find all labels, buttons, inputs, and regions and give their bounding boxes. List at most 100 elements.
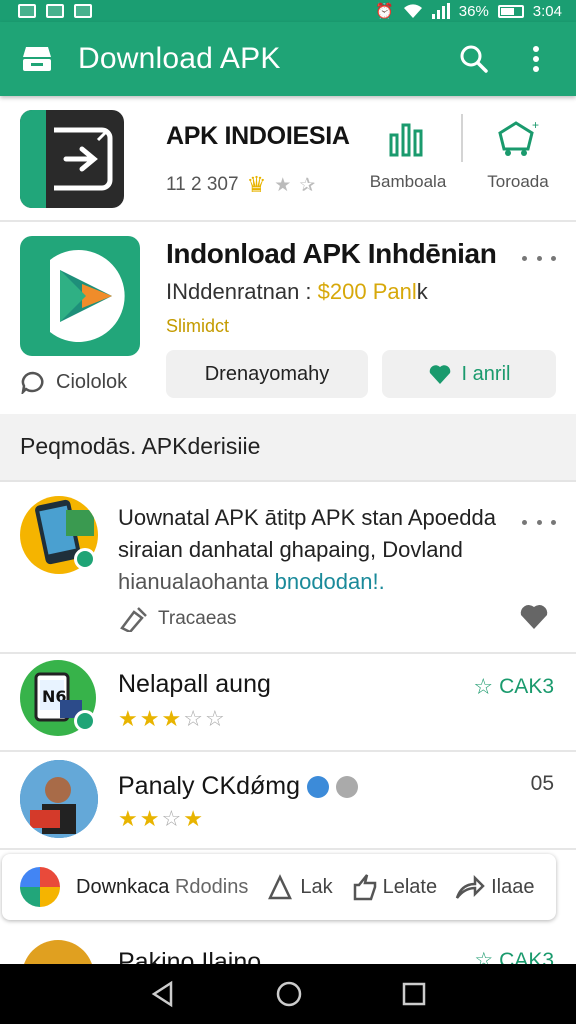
comments-link[interactable]: Ciololok <box>20 370 127 394</box>
like-action-label: Lak <box>300 875 333 898</box>
post-more-button[interactable] <box>522 512 556 532</box>
post-share-label: Tracaeas <box>158 608 237 629</box>
status-bar: ⏰ 36% 3:04 <box>0 0 576 22</box>
comments-label: Ciololok <box>56 370 128 393</box>
system-nav-bar <box>0 964 576 1024</box>
app-tag: Slimidct <box>166 316 230 336</box>
store-icon[interactable] <box>22 45 52 73</box>
image-icon <box>46 4 64 18</box>
share-action-button[interactable]: Ilaae <box>455 874 534 900</box>
share-icon <box>120 607 147 632</box>
star-outline-icon: ✰ <box>299 174 316 196</box>
cart-star-icon: + <box>498 119 539 156</box>
post-line-3: hianualaohanta <box>118 569 269 594</box>
share-arrow-icon <box>455 874 485 899</box>
like-action-button[interactable]: Lak <box>266 874 333 900</box>
action-card-app-name: Downkaca <box>76 875 170 898</box>
list-item[interactable]: Pakino Ilaino ☆ CAK3 <box>0 930 576 964</box>
app-subtitle-suffix: k <box>416 279 428 304</box>
list-item[interactable]: N6 Nelapall aung ★ ★ ★ ☆ ☆ ☆ CAK3 <box>0 656 576 752</box>
featured-app-icon[interactable] <box>20 110 124 208</box>
list-item-action-label: CAK3 <box>499 948 554 965</box>
more-vert-icon <box>533 46 539 72</box>
featured-app-row[interactable]: APK INDOIESIA 11 2 307 ♛ ★ ✰ Bamboala + … <box>0 98 576 222</box>
post-link[interactable]: bnododan!. <box>275 569 385 594</box>
bottom-action-card: Downkaca Rdodins Lak Lelate Ilaae <box>2 854 556 920</box>
alarm-icon: ⏰ <box>375 3 394 20</box>
list-item-action-label: CAK3 <box>499 675 554 698</box>
heart-icon <box>429 365 450 384</box>
star-outline-icon: ☆ <box>474 949 494 964</box>
star-icon: ★ <box>139 706 160 731</box>
star-outline-icon: ☆ <box>183 706 203 731</box>
recents-icon[interactable] <box>401 981 427 1007</box>
post-share-button[interactable]: Tracaeas <box>118 606 237 632</box>
star-icon: ★ <box>161 706 182 731</box>
search-button[interactable] <box>452 37 496 81</box>
verified-badge-icon <box>74 548 96 570</box>
list-item-action[interactable]: ☆ CAK3 <box>473 674 554 700</box>
battery-percent: 36% <box>458 2 489 20</box>
star-icon: ★ <box>118 806 138 831</box>
delete-action-button[interactable]: Lelate <box>351 873 438 901</box>
app-bar: Download APK <box>0 22 576 96</box>
thumb-icon <box>353 874 376 901</box>
app-title: Indonload APK Inhdēnian <box>166 238 497 269</box>
list-item-count-label: 05 <box>530 772 554 795</box>
star-icon: ★ <box>274 174 292 196</box>
like-button[interactable]: I anril <box>382 350 556 398</box>
list-item-action[interactable]: ☆ CAK3 <box>474 948 554 965</box>
featured-action-2[interactable]: + Toroada <box>470 116 566 192</box>
section-title: Peqmodās. APKderisiie <box>20 433 261 459</box>
comment-icon <box>21 371 44 394</box>
featured-action-2-label: Toroada <box>487 172 549 191</box>
overflow-menu-button[interactable] <box>514 37 558 81</box>
clock: 3:04 <box>532 2 562 20</box>
star-icon: ★ <box>183 806 203 831</box>
app-icon[interactable] <box>20 236 140 356</box>
add-icon <box>335 776 358 799</box>
triangle-icon <box>268 874 293 900</box>
post-line-1: Uownatal APK ātitp APK stan Apoedda <box>118 505 496 530</box>
list-item-name: Panaly CKdǿmg <box>118 772 358 801</box>
feed-post[interactable]: Uownatal APK ātitp APK stan Apoedda sira… <box>0 482 576 654</box>
verified-icon <box>306 776 329 799</box>
featured-app-meta: 11 2 307 ♛ ★ ✰ <box>166 172 315 198</box>
app-developer: INddenratnan : <box>166 279 312 304</box>
verified-badge-icon <box>74 710 96 732</box>
delete-action-label: Lelate <box>382 875 438 898</box>
list-item-name: Nelapall aung <box>118 670 271 698</box>
list-item-avatar[interactable] <box>22 940 94 964</box>
post-line-2: siraian danhatal ghapaing, Dovland <box>118 537 463 562</box>
section-header: Peqmodās. APKderisiie <box>0 414 576 482</box>
list-item-count[interactable]: 05 <box>531 772 554 796</box>
svg-text:+: + <box>532 119 539 132</box>
list-item-avatar[interactable] <box>20 760 98 838</box>
battery-icon <box>497 4 524 18</box>
app-more-button[interactable] <box>522 248 556 268</box>
crown-icon: ♛ <box>246 172 267 197</box>
featured-action-1-label: Bamboala <box>369 172 447 191</box>
primary-action-button[interactable]: Drenayomahy <box>166 350 368 398</box>
home-icon[interactable] <box>275 980 303 1008</box>
star-icon: ★ <box>118 706 138 731</box>
share-action-label: Ilaae <box>491 875 535 898</box>
back-icon[interactable] <box>149 980 177 1008</box>
featured-action-1[interactable]: Bamboala <box>360 116 456 192</box>
list-item-name-text: Panaly CKdǿmg <box>118 772 301 800</box>
app-subtitle: INddenratnan : $200 Panlk <box>166 279 428 305</box>
list-item[interactable]: Panaly CKdǿmg ★ ★ ☆ ★ 05 <box>0 750 576 850</box>
app-logo-icon[interactable] <box>20 867 60 907</box>
featured-app-name: APK INDOIESIA <box>166 122 350 150</box>
gmail-icon <box>18 4 36 18</box>
star-icon: ★ <box>139 806 160 831</box>
wifi-icon <box>403 4 422 18</box>
app-detail-card: Indonload APK Inhdēnian INddenratnan : $… <box>0 222 576 414</box>
app-price: $200 Panl <box>317 279 417 304</box>
star-outline-icon: ☆ <box>473 674 494 699</box>
featured-app-count: 11 2 307 <box>166 174 239 195</box>
heart-icon[interactable] <box>518 602 550 630</box>
list-item-rating: ★ ★ ☆ ★ <box>118 806 203 832</box>
search-icon <box>460 45 488 73</box>
action-card-app[interactable]: Downkaca Rdodins <box>76 876 248 899</box>
